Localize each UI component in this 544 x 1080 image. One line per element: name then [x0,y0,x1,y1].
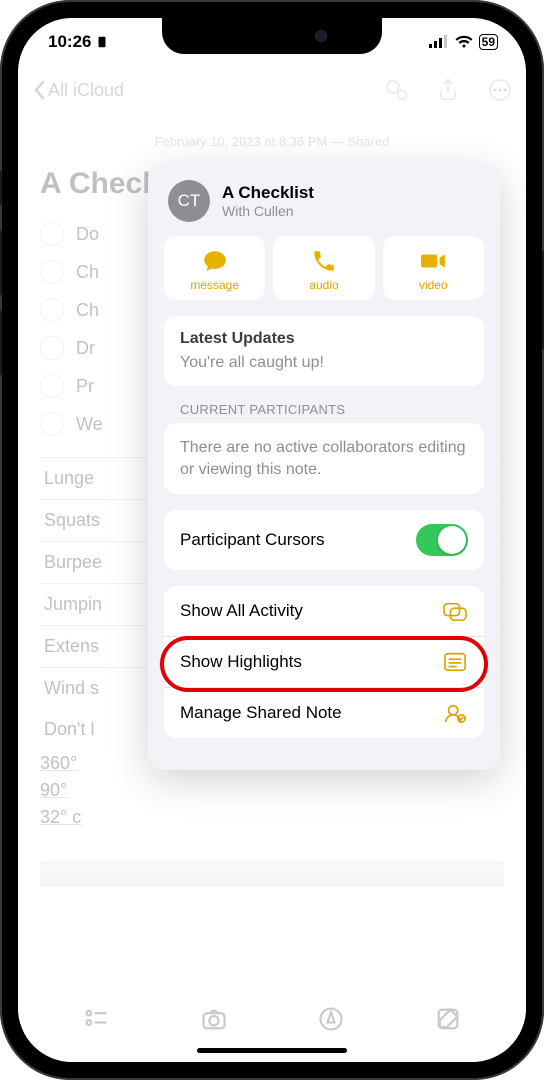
popover-header: CT A Checklist With Cullen [164,180,484,222]
audio-button[interactable]: audio [273,236,374,300]
video-icon [420,248,446,274]
contact-actions: message audio video [164,236,484,300]
checklist-text: We [76,414,103,435]
volume-down-button [0,310,2,376]
cursors-card: Participant Cursors [164,510,484,570]
volume-up-button [0,230,2,296]
show-highlights-label: Show Highlights [180,652,302,672]
activity-card: Show All Activity Show Highlights Manage… [164,586,484,738]
participants-section-label: CURRENT PARTICIPANTS [164,402,484,423]
show-highlights-row[interactable]: Show Highlights [164,636,484,687]
collaborate-icon[interactable] [384,78,408,102]
attachment-placeholder [40,861,504,887]
notch [162,18,382,54]
checklist-text: Ch [76,300,99,321]
latest-updates-body: You're all caught up! [180,354,468,372]
latest-updates-heading: Latest Updates [180,330,468,348]
compose-icon[interactable] [434,1005,462,1033]
back-label: All iCloud [48,80,124,101]
video-button[interactable]: video [383,236,484,300]
message-button[interactable]: message [164,236,265,300]
more-icon[interactable] [488,78,512,102]
popover-subtitle: With Cullen [222,203,314,219]
battery-indicator: 59 [479,34,498,50]
note-line[interactable]: 32° c [40,804,504,831]
back-button[interactable]: All iCloud [32,80,124,101]
checkbox-icon[interactable] [40,374,64,398]
note-meta: February 10, 2023 at 8:36 PM — Shared [40,134,504,149]
manage-shared-label: Manage Shared Note [180,703,342,723]
manage-shared-row[interactable]: Manage Shared Note [164,687,484,738]
highlights-icon [442,651,468,673]
audio-label: audio [309,278,338,292]
cellular-icon [429,35,449,49]
message-label: message [190,278,239,292]
show-activity-row[interactable]: Show All Activity [164,586,484,636]
navigation-bar: All iCloud [18,66,526,114]
collaboration-popover: CT A Checklist With Cullen message audio [148,164,500,770]
participants-card: There are no active collaborators editin… [164,423,484,494]
checkbox-icon[interactable] [40,222,64,246]
latest-updates-card: Latest Updates You're all caught up! [164,316,484,386]
activity-icon [442,600,468,622]
share-icon[interactable] [436,78,460,102]
checkbox-icon[interactable] [40,298,64,322]
status-time: 10:26 [48,32,91,52]
participant-cursors-label: Participant Cursors [180,530,325,550]
wifi-icon [455,35,473,49]
participants-body: There are no active collaborators editin… [180,437,468,480]
checklist-text: Do [76,224,99,245]
checklist-icon[interactable] [83,1005,111,1033]
checkbox-icon[interactable] [40,336,64,360]
mute-switch [0,170,2,206]
screen: 10:26 59 All iCloud [18,18,526,1062]
show-activity-label: Show All Activity [180,601,303,621]
checklist-text: Dr [76,338,95,359]
chevron-left-icon [32,80,46,100]
avatar: CT [168,180,210,222]
note-line[interactable]: 90° [40,777,504,804]
checklist-text: Pr [76,376,94,397]
message-icon [202,248,228,274]
phone-icon [311,248,337,274]
iphone-frame: 10:26 59 All iCloud [0,0,544,1080]
checkbox-icon[interactable] [40,260,64,284]
manage-icon [442,702,468,724]
popover-title: A Checklist [222,183,314,203]
camera-icon[interactable] [200,1005,228,1033]
checklist-text: Ch [76,262,99,283]
markup-icon[interactable] [317,1005,345,1033]
participant-cursors-toggle[interactable] [416,524,468,556]
privacy-indicator-icon [95,35,109,49]
home-indicator[interactable] [197,1048,347,1053]
participant-cursors-row[interactable]: Participant Cursors [164,510,484,570]
checkbox-icon[interactable] [40,412,64,436]
video-label: video [419,278,448,292]
